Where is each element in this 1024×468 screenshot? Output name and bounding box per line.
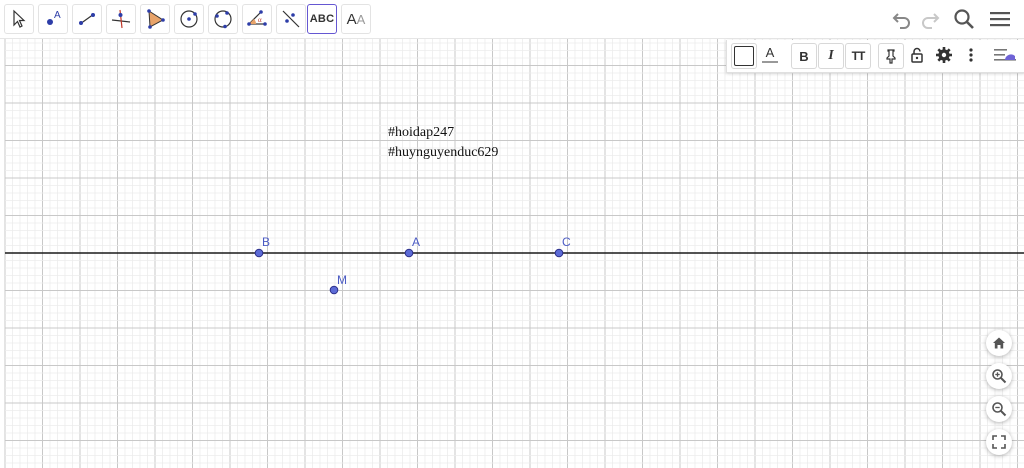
slider-tool-label-primary: A <box>346 10 357 28</box>
redo-icon <box>922 13 940 29</box>
circle-center-point-tool-icon <box>180 10 198 28</box>
fullscreen-button[interactable] <box>986 429 1012 455</box>
style-bar-toggle-icon <box>994 49 1016 61</box>
move-tool-icon <box>13 9 26 28</box>
text-color-icon: A <box>762 45 778 63</box>
bold-button[interactable]: B <box>791 43 817 69</box>
more-vertical-icon <box>969 48 973 62</box>
pin-button[interactable] <box>878 43 904 69</box>
undo-button[interactable] <box>890 7 914 31</box>
home-icon <box>993 337 1005 349</box>
point-m-label: M <box>337 273 347 287</box>
bold-label: B <box>799 48 809 64</box>
angle-tool-icon: α <box>247 10 267 26</box>
undo-icon <box>892 13 910 29</box>
point-a-label: A <box>412 235 420 249</box>
circle-three-points-tool-button[interactable] <box>208 4 238 34</box>
italic-button[interactable]: I <box>818 43 844 69</box>
segment-tool-button[interactable] <box>72 4 102 34</box>
more-options-button[interactable] <box>959 43 983 67</box>
redo-button[interactable] <box>918 7 942 31</box>
text-color-button[interactable]: A <box>758 43 782 67</box>
reflect-tool-icon <box>282 10 300 28</box>
lock-button[interactable] <box>905 43 929 67</box>
slider-tool-button[interactable]: AA <box>341 4 371 34</box>
fill-color-button[interactable] <box>731 43 757 69</box>
zoom-in-button[interactable] <box>986 363 1012 389</box>
move-tool-button[interactable] <box>4 4 34 34</box>
angle-tool-label: α <box>258 16 262 24</box>
graphics-view[interactable]: #hoidap247 #huynguyenduc629 B A C M <box>0 39 1024 468</box>
point-b[interactable] <box>254 248 264 258</box>
toolbar: A α ABC AA <box>0 0 1024 39</box>
perpendicular-line-tool-icon <box>111 9 131 29</box>
text-size-button[interactable]: TT <box>845 43 871 69</box>
point-m[interactable] <box>329 285 339 295</box>
point-c[interactable] <box>554 248 564 258</box>
slider-tool-label-secondary: A <box>356 11 366 27</box>
gear-icon <box>936 47 952 63</box>
point-tool-button[interactable]: A <box>38 4 68 34</box>
reflect-tool-button[interactable] <box>276 4 306 34</box>
slider-tool-icon: AA <box>347 11 366 28</box>
circle-center-tool-button[interactable] <box>174 4 204 34</box>
search-button[interactable] <box>952 7 976 31</box>
zoom-out-button[interactable] <box>986 396 1012 422</box>
zoom-out-icon <box>992 402 1007 417</box>
menu-button[interactable] <box>988 7 1012 31</box>
text-color-label: A <box>765 45 775 60</box>
pin-icon <box>886 49 896 64</box>
search-icon <box>954 9 974 29</box>
text-tool-button[interactable]: ABC <box>307 4 337 34</box>
style-bar: A B I TT <box>726 40 1024 73</box>
point-a[interactable] <box>404 248 414 258</box>
text-color-underline <box>762 61 778 63</box>
polygon-tool-button[interactable] <box>140 4 170 34</box>
point-tool-icon: A <box>47 10 61 25</box>
fill-color-swatch-icon <box>734 46 754 66</box>
style-bar-toggle-button[interactable] <box>993 43 1017 67</box>
zoom-in-icon <box>992 369 1007 384</box>
text-tool-icon: ABC <box>309 13 335 25</box>
standard-view-button[interactable] <box>986 330 1012 356</box>
settings-button[interactable] <box>932 43 956 67</box>
point-b-label: B <box>262 235 270 249</box>
lock-icon <box>911 47 923 63</box>
point-c-label: C <box>562 235 571 249</box>
fullscreen-icon <box>992 435 1006 449</box>
canvas-text-line-2[interactable]: #huynguyenduc629 <box>388 145 498 160</box>
angle-tool-button[interactable]: α <box>242 4 272 34</box>
text-size-label: TT <box>851 49 866 63</box>
circle-three-points-tool-icon <box>214 10 232 29</box>
italic-label: I <box>828 48 834 63</box>
hamburger-menu-icon <box>990 12 1010 27</box>
segment-tool-icon <box>79 13 95 25</box>
point-tool-label: A <box>54 10 61 21</box>
polygon-tool-icon <box>147 9 165 29</box>
perpendicular-line-tool-button[interactable] <box>106 4 136 34</box>
canvas-text-line-1[interactable]: #hoidap247 <box>388 125 454 140</box>
